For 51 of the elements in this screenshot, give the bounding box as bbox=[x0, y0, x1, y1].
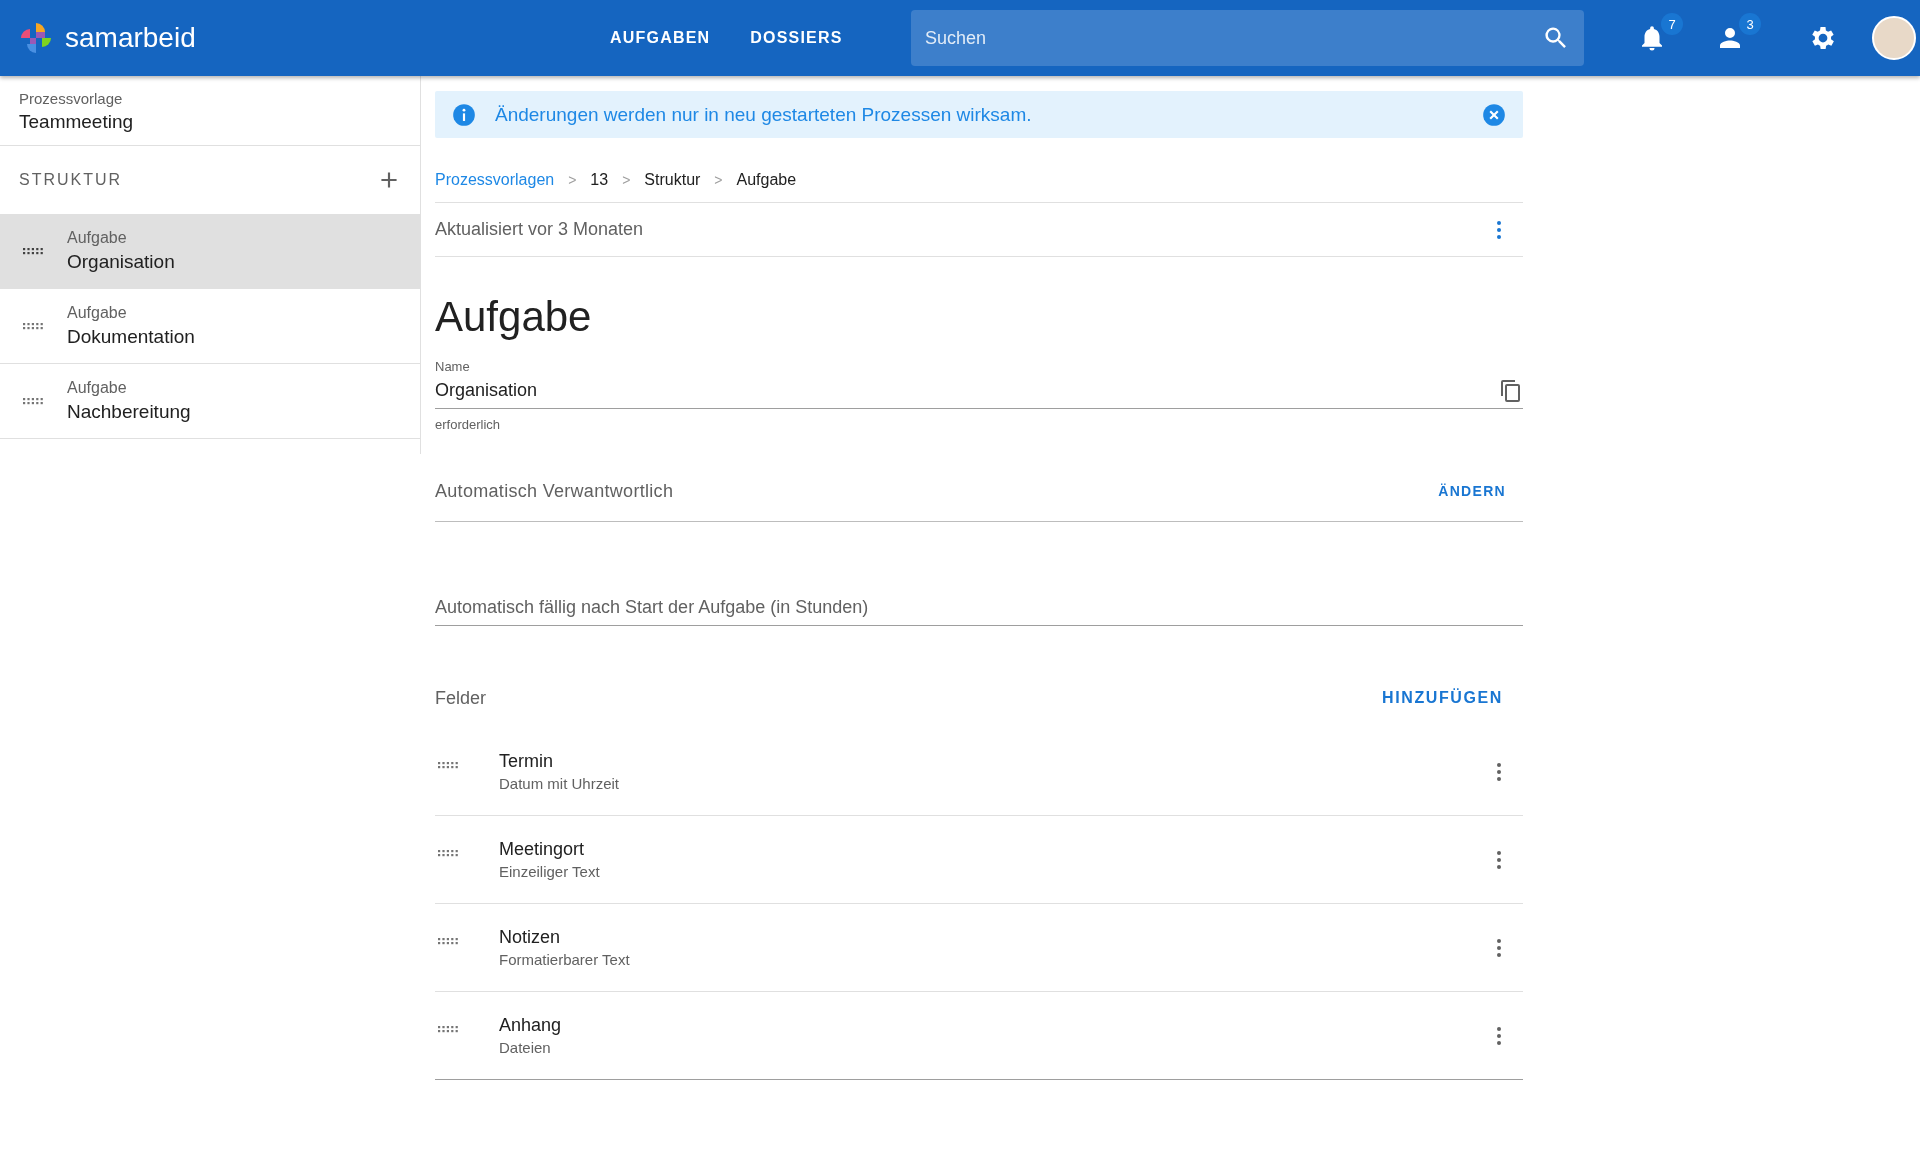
add-field-button[interactable]: HINZUFÜGEN bbox=[1380, 683, 1505, 713]
pinwheel-logo-icon bbox=[18, 20, 54, 56]
change-button[interactable]: ÄNDERN bbox=[1436, 477, 1508, 505]
item-name: Nachbereitung bbox=[67, 401, 191, 423]
field-hint: erforderlich bbox=[435, 417, 502, 432]
field-row[interactable]: Notizen Formatierbarer Text bbox=[435, 904, 1523, 992]
avatar[interactable] bbox=[1872, 16, 1916, 60]
structure-item[interactable]: Aufgabe Organisation bbox=[0, 214, 420, 289]
copy-icon[interactable] bbox=[1499, 378, 1523, 403]
field-name: Meetingort bbox=[499, 839, 586, 860]
field-type: Dateien bbox=[499, 1039, 552, 1056]
field-type: Einzeiliger Text bbox=[499, 863, 601, 880]
structure-item[interactable]: Aufgabe Dokumentation bbox=[0, 289, 420, 364]
breadcrumb-item: Aufgabe bbox=[736, 171, 797, 189]
updated-text: Aktualisiert vor 3 Monaten bbox=[435, 219, 644, 240]
notification-count-badge: 7 bbox=[1661, 13, 1683, 35]
item-name: Dokumentation bbox=[67, 326, 195, 348]
item-type: Aufgabe bbox=[67, 229, 128, 247]
user-count-badge: 3 bbox=[1739, 13, 1761, 35]
field-row[interactable]: Termin Datum mit Uhrzeit bbox=[435, 728, 1523, 816]
field-type: Formatierbarer Text bbox=[499, 951, 631, 968]
fields-heading: Felder bbox=[435, 687, 487, 709]
breadcrumb-separator: > bbox=[714, 172, 723, 188]
nav-link[interactable]: DOSSIERS bbox=[750, 29, 843, 47]
breadcrumb-separator: > bbox=[622, 172, 631, 188]
breadcrumb-separator: > bbox=[568, 172, 577, 188]
responsible-label: Automatisch Verwantwortlich bbox=[435, 480, 674, 502]
field-name: Anhang bbox=[499, 1015, 563, 1036]
field-row[interactable]: Meetingort Einzeiliger Text bbox=[435, 816, 1523, 904]
breadcrumb-item: 13 bbox=[590, 171, 609, 189]
template-title: Teammeeting bbox=[19, 111, 135, 133]
field-type: Datum mit Uhrzeit bbox=[499, 775, 621, 792]
template-caption: Prozessvorlage bbox=[19, 90, 124, 107]
field-row[interactable]: Anhang Dateien bbox=[435, 992, 1523, 1079]
field-label: Name bbox=[435, 359, 471, 374]
structure-item[interactable]: Aufgabe Nachbereitung bbox=[0, 364, 420, 439]
info-icon bbox=[451, 101, 477, 128]
item-type: Aufgabe bbox=[67, 304, 128, 322]
page-title: Aufgabe bbox=[435, 293, 593, 341]
search-field[interactable]: Suchen bbox=[911, 10, 1584, 66]
item-type: Aufgabe bbox=[67, 379, 128, 397]
field-name: Termin bbox=[499, 751, 554, 772]
app-logo-text[interactable]: samarbeid bbox=[65, 22, 196, 54]
field-name: Notizen bbox=[499, 927, 562, 948]
banner-message: Änderungen werden nur in neu gestarteten Prozessen wirksam. bbox=[495, 103, 1033, 126]
item-name: Organisation bbox=[67, 251, 175, 273]
breadcrumb-item: Struktur bbox=[644, 171, 701, 189]
breadcrumb-link[interactable]: Prozessvorlagen bbox=[435, 171, 555, 189]
close-icon[interactable] bbox=[1481, 101, 1507, 128]
nav-link[interactable]: AUFGABEN bbox=[610, 29, 711, 47]
section-heading: STRUKTUR bbox=[19, 171, 123, 189]
